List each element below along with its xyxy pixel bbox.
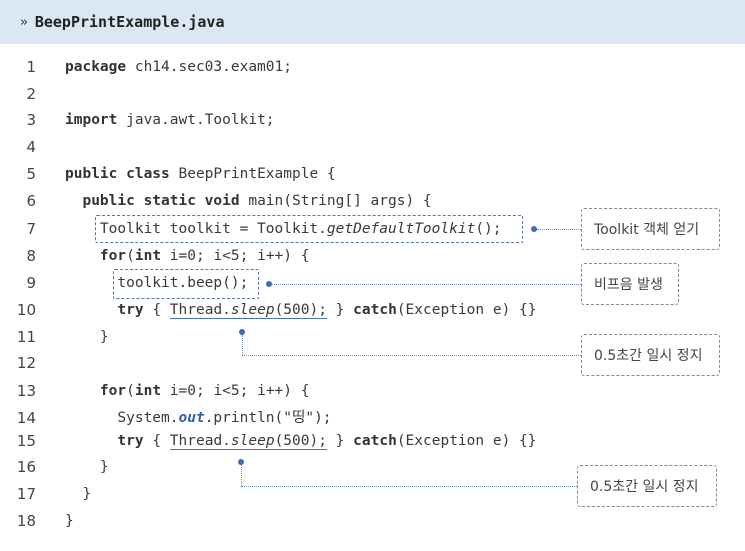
callout-sleep-2: 0.5초간 일시 정지 [577, 465, 717, 507]
line-number: 14 [16, 409, 36, 427]
code-token: { [143, 433, 170, 449]
code-token: main(String[] args) { [239, 193, 432, 209]
line-number: 13 [16, 382, 36, 400]
line-number: 10 [16, 301, 36, 319]
code-line: System.out.println("띵"); [65, 408, 332, 428]
code-token: sleep [230, 433, 275, 450]
code-line: try { Thread.sleep(500); } catch(Excepti… [65, 300, 537, 320]
code-token: System. [65, 410, 179, 426]
line-number: 1 [26, 58, 36, 76]
connector-line [272, 284, 581, 285]
code-token: (Exception e) {} [396, 433, 537, 449]
code-token: java.awt.Toolkit; [117, 112, 275, 128]
code-token: } [65, 329, 109, 345]
callout-beep: 비프음 발생 [581, 263, 679, 305]
line-number: 18 [16, 512, 36, 530]
connector-line [241, 486, 577, 487]
code-token: package [65, 59, 127, 75]
code-token: (500); [274, 433, 327, 450]
line-number: 17 [16, 485, 36, 503]
code-token: try [117, 433, 144, 449]
code-token: public static void [82, 193, 240, 209]
line-number: 9 [26, 274, 36, 292]
code-token: public class [65, 166, 170, 182]
code-line: for(int i=0; i<5; i++) { [65, 246, 310, 266]
code-token: for [99, 248, 127, 264]
code-line: public class BeepPrintExample { [65, 164, 336, 184]
line-number: 8 [26, 247, 36, 265]
line-number: 5 [26, 165, 36, 183]
connector-line [242, 355, 581, 356]
code-token: for [99, 383, 127, 399]
line-number: 15 [16, 432, 36, 450]
code-token: { [143, 302, 170, 318]
line-number: 3 [26, 111, 36, 129]
code-token: } [65, 513, 74, 529]
code-line: try { Thread.sleep(500); } catch(Excepti… [65, 431, 537, 451]
line-number: 7 [26, 220, 36, 238]
line-number: 2 [26, 85, 36, 103]
callout-sleep-1: 0.5초간 일시 정지 [581, 334, 720, 376]
connector-line [242, 335, 243, 355]
line-number: 11 [16, 328, 36, 346]
code-token: Thread. [169, 433, 231, 450]
code-token: out [178, 410, 205, 426]
callout-toolkit: Toolkit 객체 얻기 [581, 208, 720, 250]
code-token: i=0; i<5; i++) { [161, 248, 310, 264]
code-line: } [65, 327, 109, 347]
highlight-toolkit [95, 215, 523, 243]
code-token: catch [353, 302, 397, 318]
code-token: import [65, 112, 118, 128]
chevron-right-icon: » [20, 14, 28, 30]
code-token: (500); [274, 302, 327, 319]
code-token: try [117, 302, 144, 318]
code-line: } [65, 484, 91, 504]
file-name: BeepPrintExample.java [34, 13, 225, 31]
line-number: 4 [26, 138, 36, 156]
code-token: catch [353, 433, 397, 449]
connector-line [241, 465, 242, 486]
line-number: 16 [16, 458, 36, 476]
code-token: int [134, 383, 162, 399]
code-line: package ch14.sec03.exam01; [65, 57, 292, 77]
code-token: (Exception e) {} [396, 302, 537, 318]
code-token: ( [126, 248, 135, 264]
connector-line [537, 229, 581, 230]
code-token: ( [126, 383, 135, 399]
code-token: Thread. [169, 302, 231, 319]
code-token: } [65, 459, 109, 475]
code-token: } [65, 486, 92, 502]
code-token: BeepPrintExample { [169, 166, 336, 182]
code-line: for(int i=0; i<5; i++) { [65, 381, 310, 401]
code-line: import java.awt.Toolkit; [65, 110, 275, 130]
code-token: .println("띵"); [204, 410, 332, 426]
highlight-beep [113, 269, 259, 299]
code-token: sleep [230, 302, 275, 319]
file-header: » BeepPrintExample.java [0, 0, 745, 44]
code-token: int [134, 248, 162, 264]
line-number: 6 [26, 192, 36, 210]
code-token: } [326, 302, 354, 318]
line-number: 12 [16, 354, 36, 372]
code-line: } [65, 511, 74, 531]
code-token: ch14.sec03.exam01; [126, 59, 292, 75]
code-token: } [326, 433, 354, 449]
code-line: } [65, 457, 109, 477]
code-token: i=0; i<5; i++) { [161, 383, 310, 399]
code-line: public static void main(String[] args) { [65, 191, 432, 211]
